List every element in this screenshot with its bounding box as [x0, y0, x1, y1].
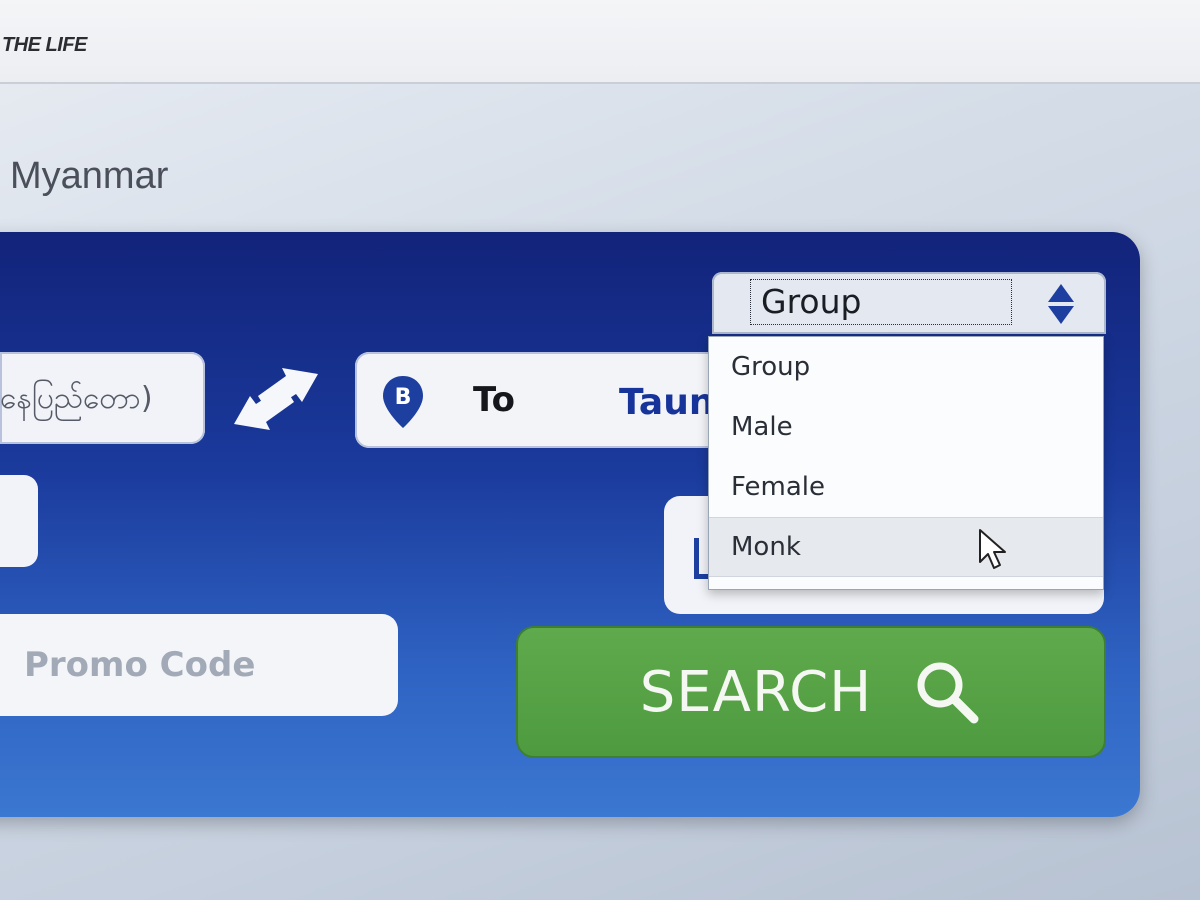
promo-code-input[interactable] [0, 614, 398, 716]
dropdown-option-female[interactable]: Female [709, 457, 1103, 517]
swap-button[interactable] [228, 362, 324, 436]
dropdown-option-group[interactable]: Group [709, 337, 1103, 397]
dropdown-option-monk[interactable]: Monk [709, 517, 1103, 577]
to-label: To [473, 380, 516, 420]
country-label: Myanmar [10, 155, 169, 197]
departure-date-field[interactable] [0, 475, 38, 567]
mouse-pointer-icon [979, 529, 1006, 569]
top-bar: THE LIFE [0, 0, 1200, 84]
brand-logo-text[interactable]: THE LIFE [2, 34, 87, 57]
search-button[interactable]: SEARCH [516, 626, 1106, 758]
map-pin-icon: B [383, 376, 423, 428]
select-selected-value: Group [750, 279, 1012, 325]
dropdown-option-male[interactable]: Male [709, 397, 1103, 457]
passenger-type-dropdown: Group Male Female Monk [708, 336, 1104, 590]
from-value: (နေပြည်တော [0, 381, 153, 416]
pin-letter: B [395, 385, 412, 410]
select-updown-icon [1048, 284, 1074, 324]
search-icon [917, 662, 979, 724]
passenger-type-select[interactable]: Group [712, 272, 1106, 334]
swap-arrows-icon [234, 368, 318, 430]
to-field[interactable]: B To Taunggyi [355, 352, 715, 448]
to-value: Taunggyi [619, 382, 715, 423]
search-button-label: SEARCH [639, 659, 873, 725]
from-field[interactable]: (နေပြည်တော [0, 352, 205, 444]
